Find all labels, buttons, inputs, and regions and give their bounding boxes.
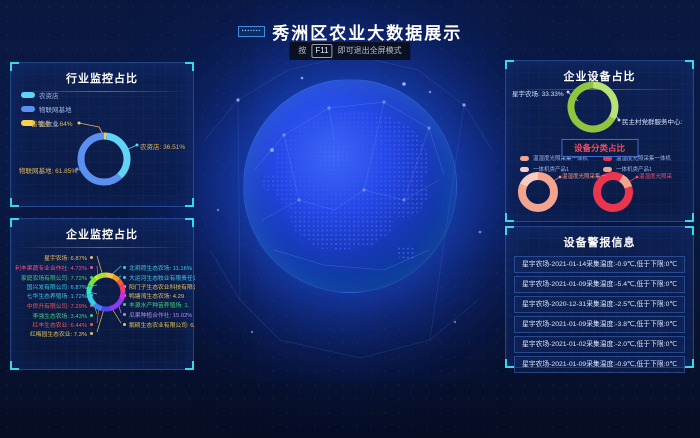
corner-decor: [185, 361, 194, 370]
enterprise-callout: 北玥荷生态农场: 11.16%: [123, 263, 192, 272]
device-class-title: 设备分类占比: [561, 139, 638, 157]
title-divider: [16, 247, 188, 248]
legend-swatch: [21, 106, 35, 112]
enterprise-callout: 星宇农场: 6.87%: [13, 253, 93, 262]
corner-decor: [685, 359, 694, 368]
enterprise-callout: 家庭农场有限公司: 7.72%: [13, 273, 93, 282]
fullscreen-hint-bar: 按 F11 即可退出全屏模式: [289, 42, 410, 60]
enterprise-callout: 红梅园生态农业: 7.3%: [13, 329, 93, 338]
device-ratio-callout-right: 民主村党群服务中心:: [622, 116, 682, 126]
corner-decor: [685, 213, 694, 222]
panel-title: 设备警报信息: [506, 227, 693, 250]
industry-donut-chart[interactable]: [72, 127, 136, 191]
panel-enterprise-monitor-ratio: 企业监控占比: [10, 218, 194, 370]
device-class-left-callout: 温湿度光照采集一: [562, 172, 606, 180]
enterprise-callout: 中侨升有限公司: 7.29%: [13, 301, 93, 310]
alarm-row: 星宇农场-2021-01-02采集温度:-2.0℃,低于下限:0℃: [514, 336, 685, 353]
corner-decor: [10, 361, 19, 370]
enterprise-callout: 国兴发有限公司: 6.87%: [13, 282, 93, 291]
enterprise-callout: 丰源水产种苗养殖场: 1.: [123, 300, 189, 309]
enterprise-callout: 七华生态养殖场: 1.72%: [13, 291, 93, 300]
corner-decor: [685, 226, 694, 235]
enterprise-callout: 红丰生态农业: 6.44%: [13, 320, 93, 329]
corner-decor: [10, 198, 19, 207]
device-class-left-donut[interactable]: [514, 168, 562, 216]
globe-visualization: [243, 79, 457, 293]
industry-callout-iot: 物联网基地: 61.85%: [19, 165, 77, 175]
panel-title: 企业监控占比: [11, 219, 193, 242]
device-class-right-callout: 温湿度光照采: [639, 172, 672, 180]
device-ratio-donut-chart[interactable]: [563, 77, 623, 137]
dashboard-screen: ▪▪▪▪▪▪▪ 秀洲区农业大数据展示 按 F11 即可退出全屏模式 行业监控占比 …: [0, 0, 700, 438]
hint-suffix: 即可退出全屏模式: [338, 45, 402, 57]
legend-label: 农资店: [39, 90, 59, 100]
panel-device-alarm-info: 设备警报信息 星宇农场-2021-01-14采集温度:-0.9℃,低于下限:0℃…: [505, 226, 694, 368]
panel-enterprise-device-ratio: 企业设备占比 星宇农场: 33.33% 民主村党群服务中心: 设备分类占比 温湿…: [505, 60, 694, 222]
enterprise-donut-chart[interactable]: [82, 268, 130, 316]
page-title: 秀洲区农业大数据展示: [272, 19, 462, 44]
alarm-row: 星宇农场-2021-01-09采集温度:-0.9℃,低于下限:0℃: [514, 356, 685, 373]
legend-item[interactable]: 物联网基地: [21, 104, 72, 114]
logo-badge: ▪▪▪▪▪▪▪: [238, 26, 265, 37]
device-ratio-callout-left: 星宇农场: 33.33%: [512, 88, 564, 98]
alarm-list[interactable]: 星宇农场-2021-01-14采集温度:-0.9℃,低于下限:0℃ 星宇农场-2…: [506, 256, 693, 373]
corner-decor: [505, 359, 514, 368]
corner-decor: [505, 213, 514, 222]
industry-callout-farmstore: 农资店: 36.51%: [140, 141, 185, 151]
alarm-row: 星宇农场-2021-01-09采集温度:-5.4℃,低于下限:0℃: [514, 276, 685, 293]
corner-decor: [10, 62, 19, 71]
page-header: ▪▪▪▪▪▪▪ 秀洲区农业大数据展示: [0, 19, 700, 44]
enterprise-callout: 鸭塘湾生态农场: 4.29: [123, 291, 184, 300]
f11-key-badge: F11: [311, 44, 332, 58]
legend-swatch: [21, 92, 35, 98]
corner-decor: [185, 218, 194, 227]
enterprise-callout: 大运河生态牧业有限责任公: [123, 273, 195, 282]
enterprise-callout: 利丰果蔬专业合作社: 4.72%: [13, 263, 93, 272]
corner-decor: [185, 198, 194, 207]
corner-decor: [505, 226, 514, 235]
panel-title: 行业监控占比: [11, 63, 193, 86]
alarm-row: 星宇农场-2021-01-14采集温度:-0.9℃,低于下限:0℃: [514, 256, 685, 273]
industry-callout-livestock: 畜牧业: 1.64%: [31, 118, 73, 128]
corner-decor: [10, 218, 19, 227]
legend-label: 物联网基地: [39, 104, 72, 114]
alarm-row: 星宇农场-2020-12-31采集温度:-2.5℃,低于下限:0℃: [514, 296, 685, 313]
legend-item[interactable]: 农资店: [21, 90, 72, 100]
corner-decor: [685, 60, 694, 69]
hint-prefix: 按: [298, 45, 306, 57]
alarm-row: 星宇农场-2021-01-09采集温度:-3.8℃,低于下限:0℃: [514, 316, 685, 333]
corner-decor: [505, 60, 514, 69]
enterprise-callout: 阳门子生态农业科技有限公: [123, 282, 195, 291]
legend-swatch: [520, 156, 529, 161]
panel-industry-monitor-ratio: 行业监控占比 农资店 物联网基地 畜牧业 畜牧业: 1.64% 农资店: 36.…: [10, 62, 194, 207]
corner-decor: [185, 62, 194, 71]
enterprise-callout: 瓜果种植合作社: 15.02%: [123, 310, 192, 319]
enterprise-callout: 李强生态农场: 3.43%: [13, 311, 93, 320]
enterprise-callout: 鹅硕生态农业有限公司: 6.87: [123, 320, 195, 329]
globe-continents: [244, 80, 456, 292]
